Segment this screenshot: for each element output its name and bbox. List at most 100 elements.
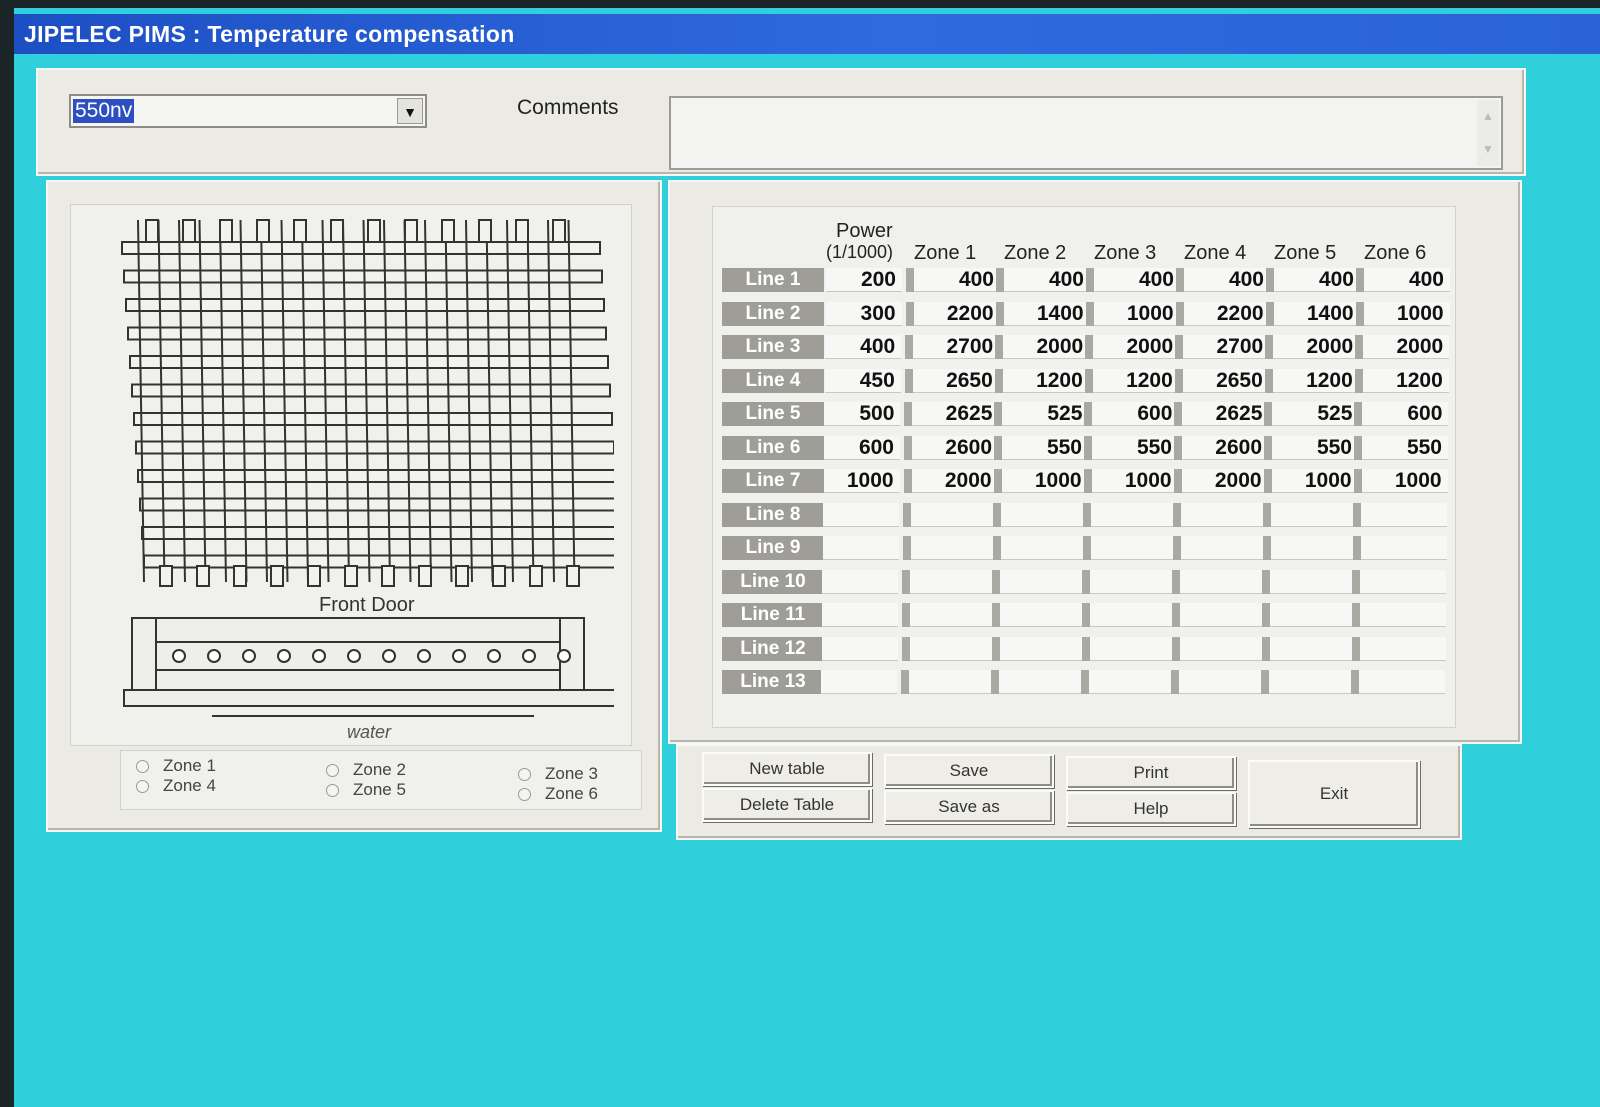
table-cell[interactable] xyxy=(999,636,1086,661)
table-cell[interactable] xyxy=(1089,670,1176,694)
table-cell[interactable] xyxy=(1361,502,1448,527)
table-cell[interactable] xyxy=(1000,603,1086,627)
table-cell[interactable]: 2000 xyxy=(1273,335,1360,359)
table-cell[interactable]: 1000 xyxy=(1363,301,1450,326)
table-cell[interactable] xyxy=(1090,603,1176,627)
radio-icon[interactable] xyxy=(136,760,149,774)
table-cell[interactable] xyxy=(821,670,898,694)
table-cell[interactable] xyxy=(1090,569,1177,594)
table-cell[interactable] xyxy=(1359,670,1446,694)
zone-radio-2[interactable]: Zone 2 xyxy=(326,760,406,780)
table-cell[interactable] xyxy=(909,636,996,661)
table-cell[interactable] xyxy=(823,502,900,527)
zone-radio-1[interactable]: Zone 1 xyxy=(136,756,216,776)
zone-radio-3[interactable]: Zone 3 xyxy=(518,764,598,784)
table-cell[interactable]: 1000 xyxy=(1361,469,1448,493)
table-cell[interactable]: 2200 xyxy=(913,301,1000,326)
table-cell[interactable] xyxy=(1089,636,1176,661)
table-cell[interactable]: 525 xyxy=(1272,402,1359,426)
table-cell[interactable] xyxy=(911,502,998,527)
table-cell[interactable]: 400 xyxy=(825,335,902,359)
table-cell[interactable]: 1400 xyxy=(1003,301,1090,326)
table-cell[interactable]: 550 xyxy=(1092,435,1178,460)
table-cell[interactable]: 1400 xyxy=(1273,301,1360,326)
table-cell[interactable]: 450 xyxy=(824,368,901,393)
table-cell[interactable]: 1000 xyxy=(1001,469,1088,493)
table-cell[interactable]: 550 xyxy=(1272,435,1358,460)
table-cell[interactable]: 2000 xyxy=(1181,469,1268,493)
table-cell[interactable]: 500 xyxy=(824,402,901,426)
table-cell[interactable]: 2000 xyxy=(1093,335,1180,359)
table-cell[interactable] xyxy=(1269,670,1356,694)
table-cell[interactable]: 2700 xyxy=(913,335,1000,359)
table-cell[interactable] xyxy=(1181,502,1268,527)
table-cell[interactable] xyxy=(1360,536,1447,560)
table-cell[interactable] xyxy=(999,670,1086,694)
radio-icon[interactable] xyxy=(136,780,149,794)
table-cell[interactable]: 400 xyxy=(1094,268,1180,292)
table-cell[interactable]: 2700 xyxy=(1183,335,1270,359)
radio-icon[interactable] xyxy=(326,784,339,798)
radio-icon[interactable] xyxy=(518,768,531,782)
table-cell[interactable] xyxy=(1269,636,1356,661)
radio-icon[interactable] xyxy=(326,764,339,778)
delete-table-button[interactable]: Delete Table xyxy=(702,788,872,822)
table-cell[interactable]: 550 xyxy=(1362,435,1448,460)
scroll-down-icon[interactable]: ▼ xyxy=(1477,133,1499,166)
table-cell[interactable] xyxy=(1179,636,1266,661)
print-button[interactable]: Print xyxy=(1066,756,1236,790)
zone-radio-6[interactable]: Zone 6 xyxy=(518,784,598,804)
table-cell[interactable] xyxy=(1270,569,1357,594)
table-cell[interactable]: 600 xyxy=(1092,402,1179,426)
table-cell[interactable] xyxy=(821,636,898,661)
table-cell[interactable]: 525 xyxy=(1002,402,1089,426)
table-cell[interactable]: 1000 xyxy=(1093,301,1180,326)
table-cell[interactable] xyxy=(1360,603,1446,627)
table-cell[interactable]: 400 xyxy=(1364,268,1450,292)
table-cell[interactable] xyxy=(1179,670,1266,694)
table-cell[interactable] xyxy=(909,670,996,694)
zone-radio-4[interactable]: Zone 4 xyxy=(136,776,216,796)
scroll-up-icon[interactable]: ▲ xyxy=(1477,100,1499,133)
chevron-down-icon[interactable]: ▼ xyxy=(397,98,423,124)
table-cell[interactable]: 1000 xyxy=(1091,469,1178,493)
table-cell[interactable]: 2625 xyxy=(912,402,999,426)
table-select-value[interactable]: 550nv xyxy=(73,99,135,123)
table-cell[interactable] xyxy=(1359,636,1446,661)
table-cell[interactable]: 550 xyxy=(1002,435,1088,460)
table-cell[interactable]: 2650 xyxy=(912,368,999,393)
table-cell[interactable]: 2600 xyxy=(1182,435,1268,460)
table-cell[interactable] xyxy=(822,603,898,627)
comments-scrollbar[interactable]: ▲ ▼ xyxy=(1477,100,1499,166)
table-cell[interactable] xyxy=(1090,536,1177,560)
table-cell[interactable] xyxy=(1180,603,1266,627)
help-button[interactable]: Help xyxy=(1066,792,1236,826)
table-cell[interactable] xyxy=(1271,502,1358,527)
table-select[interactable]: 550nv ▼ xyxy=(69,94,427,128)
exit-button[interactable]: Exit xyxy=(1248,760,1420,828)
table-cell[interactable]: 2650 xyxy=(1182,368,1269,393)
table-cell[interactable] xyxy=(1000,536,1087,560)
table-cell[interactable] xyxy=(822,569,899,594)
table-cell[interactable] xyxy=(1270,603,1356,627)
table-cell[interactable] xyxy=(910,603,996,627)
table-cell[interactable] xyxy=(1180,569,1267,594)
save-as-button[interactable]: Save as xyxy=(884,790,1054,824)
table-cell[interactable] xyxy=(822,536,899,560)
table-cell[interactable]: 300 xyxy=(825,301,902,326)
table-cell[interactable]: 2000 xyxy=(1363,335,1450,359)
save-button[interactable]: Save xyxy=(884,754,1054,788)
table-cell[interactable]: 400 xyxy=(1274,268,1360,292)
table-cell[interactable]: 1000 xyxy=(1271,469,1358,493)
table-cell[interactable]: 2200 xyxy=(1183,301,1270,326)
table-cell[interactable]: 1200 xyxy=(1272,368,1359,393)
radio-icon[interactable] xyxy=(518,788,531,802)
table-cell[interactable]: 2000 xyxy=(1003,335,1090,359)
comments-field[interactable]: ▲ ▼ xyxy=(669,96,1503,170)
zone-radio-5[interactable]: Zone 5 xyxy=(326,780,406,800)
table-cell[interactable]: 600 xyxy=(824,435,900,460)
table-cell[interactable]: 200 xyxy=(826,268,902,292)
table-cell[interactable] xyxy=(1360,569,1447,594)
table-cell[interactable]: 2000 xyxy=(911,469,998,493)
new-table-button[interactable]: New table xyxy=(702,752,872,786)
